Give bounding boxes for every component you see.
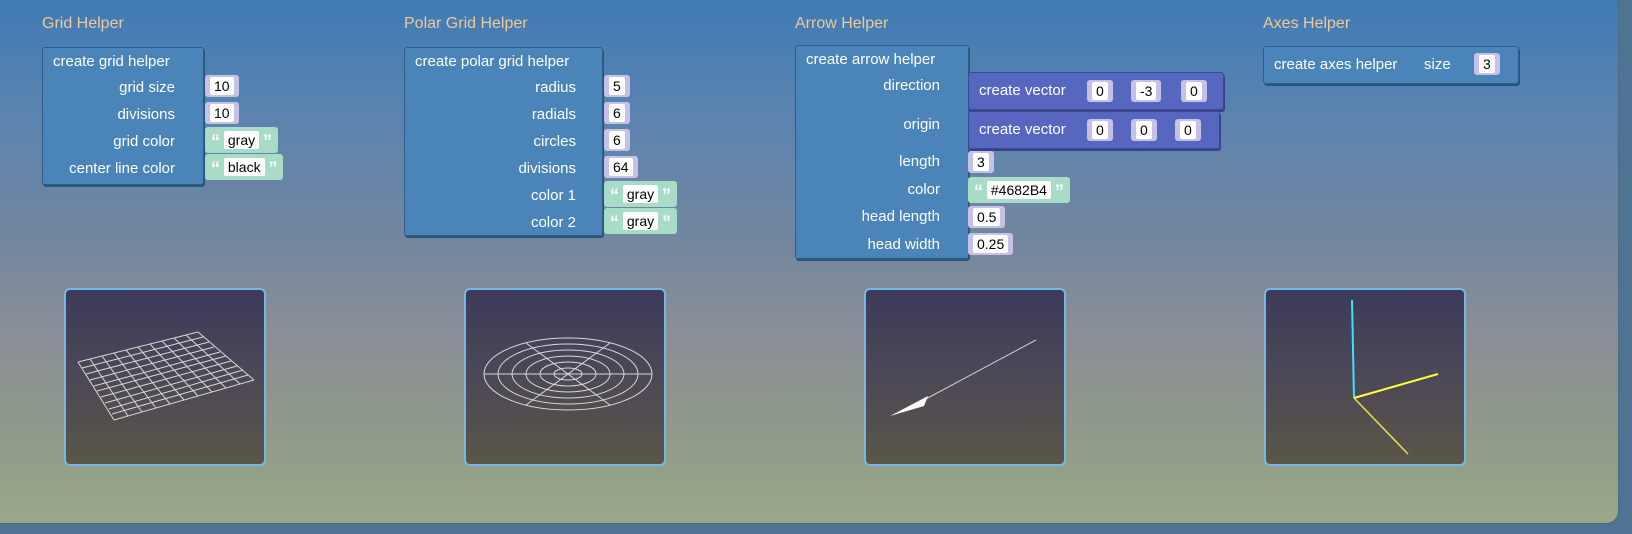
vector-y-value[interactable]: -3: [1136, 82, 1157, 100]
direction-create-vector-block[interactable]: create vector 0 -3 0: [968, 72, 1224, 110]
create-polar-grid-helper-block[interactable]: create polar grid helper radius radials …: [404, 47, 603, 236]
vector-x-field[interactable]: 0: [1087, 80, 1113, 102]
head-length-value[interactable]: 0.5: [973, 208, 1001, 226]
axis-y-line: [1351, 299, 1355, 399]
create-arrow-helper-block[interactable]: create arrow helper direction origin len…: [795, 45, 969, 259]
create-vector-label: create vector: [979, 82, 1066, 99]
section-title-polar-grid-helper: Polar Grid Helper: [404, 15, 528, 32]
polar-divisions-field[interactable]: 64: [604, 156, 638, 178]
grid-color-label: grid color: [113, 133, 175, 150]
section-title-arrow-helper: Arrow Helper: [795, 15, 889, 32]
divisions-label: divisions: [518, 160, 576, 177]
center-line-color-label: center line color: [69, 160, 175, 177]
color1-value[interactable]: gray: [622, 185, 659, 203]
color2-field[interactable]: “ gray ”: [604, 208, 678, 234]
color1-field[interactable]: “ gray ”: [604, 181, 678, 207]
color-label: color: [907, 181, 940, 198]
vector-z-value[interactable]: 0: [1180, 121, 1196, 139]
length-value[interactable]: 3: [973, 153, 989, 171]
vector-z-value[interactable]: 0: [1186, 82, 1202, 100]
polar-grid-helper-preview: [464, 288, 666, 466]
vector-y-value[interactable]: 0: [1136, 121, 1152, 139]
center-line-color-value[interactable]: black: [223, 158, 265, 176]
origin-label: origin: [903, 116, 940, 133]
vector-y-field[interactable]: 0: [1131, 119, 1157, 141]
polar-divisions-value[interactable]: 64: [609, 158, 633, 176]
head-width-field[interactable]: 0.25: [968, 233, 1014, 255]
vector-z-field[interactable]: 0: [1175, 119, 1201, 141]
color1-label: color 1: [530, 187, 576, 204]
axis-x-line: [1353, 373, 1439, 399]
arrow-helper-preview: [864, 288, 1066, 466]
length-label: length: [899, 153, 940, 170]
divisions-value[interactable]: 10: [210, 104, 234, 122]
section-title-axes-helper: Axes Helper: [1263, 15, 1351, 32]
polar-grid-preview-render: [483, 337, 653, 411]
head-length-field[interactable]: 0.5: [968, 206, 1006, 228]
size-label: size: [1424, 56, 1451, 73]
head-length-label: head length: [861, 208, 940, 225]
grid-preview-render: [77, 331, 255, 421]
grid-helper-preview: [64, 288, 266, 466]
block-label: create polar grid helper: [415, 53, 570, 70]
circles-field[interactable]: 6: [604, 129, 630, 151]
grid-size-field[interactable]: 10: [205, 75, 239, 97]
create-vector-label: create vector: [979, 121, 1066, 138]
direction-label: direction: [883, 77, 940, 94]
grid-color-value[interactable]: gray: [223, 131, 260, 149]
radius-label: radius: [535, 79, 576, 96]
color2-value[interactable]: gray: [622, 212, 659, 230]
grid-color-field[interactable]: “ gray ”: [205, 127, 279, 153]
vector-x-field[interactable]: 0: [1087, 119, 1113, 141]
arrow-head-shape: [890, 396, 928, 416]
block-label: create arrow helper: [806, 51, 936, 68]
vector-x-value[interactable]: 0: [1092, 82, 1108, 100]
vector-x-value[interactable]: 0: [1092, 121, 1108, 139]
create-grid-helper-block[interactable]: create grid helper grid size divisions g…: [42, 47, 204, 185]
axes-preview-render: [1351, 299, 1439, 455]
arrow-preview-render: [890, 339, 1037, 416]
divisions-label: divisions: [117, 106, 175, 123]
head-width-value[interactable]: 0.25: [973, 235, 1009, 253]
grid-size-value[interactable]: 10: [210, 77, 234, 95]
workspace: Grid Helper create grid helper grid size…: [0, 0, 1618, 523]
vector-z-field[interactable]: 0: [1181, 80, 1207, 102]
arrow-color-field[interactable]: “ #4682B4 ”: [968, 177, 1070, 203]
radials-value[interactable]: 6: [609, 104, 625, 122]
circles-value[interactable]: 6: [609, 131, 625, 149]
axes-size-value[interactable]: 3: [1479, 55, 1495, 73]
radius-field[interactable]: 5: [604, 75, 630, 97]
arrow-color-value[interactable]: #4682B4: [986, 181, 1051, 199]
block-label: create grid helper: [53, 53, 170, 70]
radials-label: radials: [531, 106, 576, 123]
color2-label: color 2: [530, 214, 576, 231]
length-field[interactable]: 3: [968, 151, 994, 173]
head-width-label: head width: [867, 236, 940, 253]
radius-value[interactable]: 5: [609, 77, 625, 95]
axes-helper-preview: [1264, 288, 1466, 466]
axis-z-line: [1353, 397, 1409, 455]
origin-create-vector-block[interactable]: create vector 0 0 0: [968, 111, 1220, 149]
section-title-grid-helper: Grid Helper: [42, 15, 124, 32]
axes-size-field[interactable]: 3: [1474, 53, 1500, 75]
grid-size-label: grid size: [119, 79, 175, 96]
create-axes-helper-block[interactable]: create axes helper size 3: [1263, 46, 1519, 84]
divisions-field[interactable]: 10: [205, 102, 239, 124]
block-label: create axes helper: [1274, 56, 1398, 73]
center-line-color-field[interactable]: “ black ”: [205, 154, 284, 180]
circles-label: circles: [533, 133, 576, 150]
radials-field[interactable]: 6: [604, 102, 630, 124]
vector-y-field[interactable]: -3: [1131, 80, 1162, 102]
